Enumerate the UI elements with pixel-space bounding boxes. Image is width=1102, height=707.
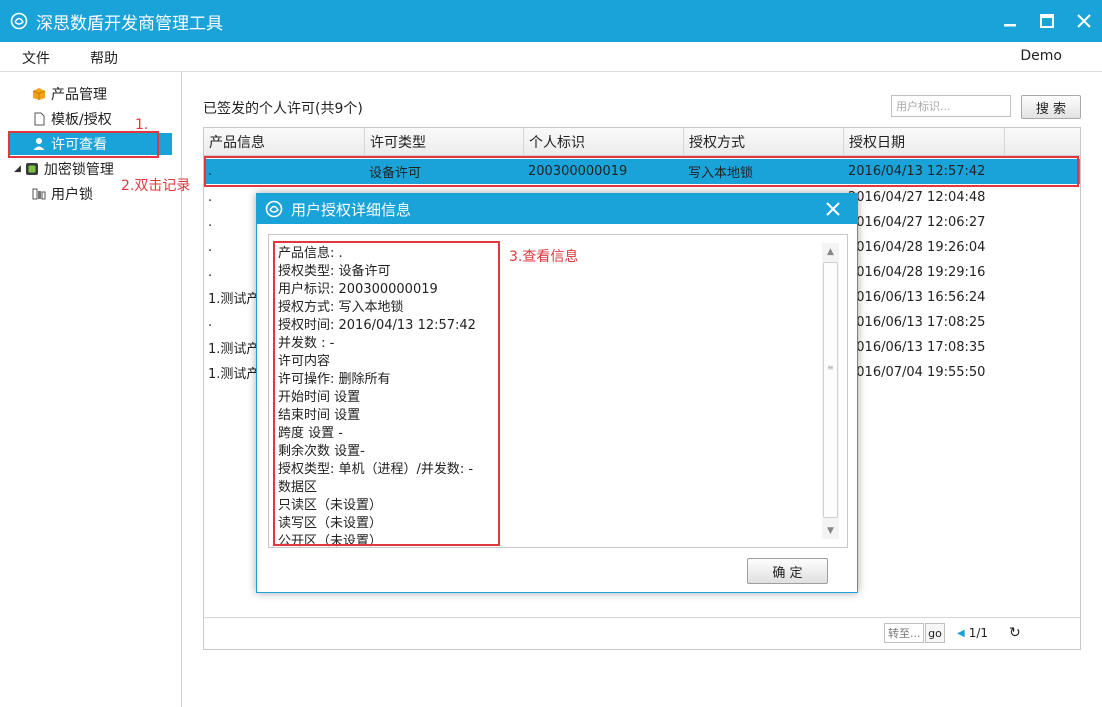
cell-date: 2016/04/28 19:26:04 [848, 240, 986, 255]
annotation-box-step3 [273, 241, 500, 546]
cell-date: 2016/06/13 16:56:24 [848, 290, 986, 305]
sidebar-item-dongle-management[interactable]: ◢ 加密锁管理 [14, 158, 114, 180]
title-bar: 深思数盾开发商管理工具 [0, 0, 1102, 42]
cell-date: 2016/04/27 12:04:48 [848, 190, 986, 205]
box-icon [32, 87, 46, 101]
sidebar-item-label: 加密锁管理 [43, 162, 114, 178]
table-pager [204, 617, 1080, 649]
close-icon [826, 202, 840, 216]
scroll-down-icon[interactable]: ▼ [822, 522, 839, 539]
cell-date: 2016/04/27 12:06:27 [848, 215, 986, 230]
annotation-box-step1 [8, 131, 159, 158]
annotation-step2: 2.双击记录 [121, 178, 191, 194]
close-button[interactable] [1065, 0, 1102, 42]
prev-page-icon[interactable]: ◀ [957, 628, 965, 639]
cell-date: 2016/06/13 17:08:25 [848, 315, 986, 330]
vertical-scrollbar[interactable]: ▲ ≡ ▼ [822, 243, 839, 539]
document-icon [32, 112, 46, 126]
menu-bar: 文件 帮助 Demo [0, 42, 1102, 72]
menu-help[interactable]: 帮助 [90, 48, 118, 68]
table-header: 产品信息 许可类型 个人标识 授权方式 授权日期 [204, 128, 1080, 156]
go-button[interactable]: go [925, 623, 945, 643]
cell-date: 2016/07/04 19:55:50 [848, 365, 986, 380]
column-header-type[interactable]: 许可类型 [365, 128, 524, 156]
window-title: 深思数盾开发商管理工具 [36, 13, 223, 34]
annotation-step1: 1. [135, 117, 149, 133]
scroll-thumb[interactable] [823, 262, 838, 518]
column-header-user-id[interactable]: 个人标识 [524, 128, 684, 156]
dialog-title-bar: 用户授权详细信息 [257, 194, 857, 224]
cell-date: 2016/06/13 17:08:35 [848, 340, 986, 355]
dialog-close-button[interactable] [821, 197, 845, 221]
goto-page-input[interactable] [884, 623, 924, 643]
column-header-date[interactable]: 授权日期 [844, 128, 1005, 156]
ok-button[interactable]: 确 定 [747, 558, 828, 584]
cell-date: 2016/04/28 19:29:16 [848, 265, 986, 280]
minimize-button[interactable] [991, 0, 1028, 42]
page-number: 1/1 [968, 626, 989, 640]
annotation-step3: 3.查看信息 [509, 249, 579, 265]
page-title: 已签发的个人许可(共9个) [203, 101, 363, 117]
menu-file[interactable]: 文件 [22, 48, 50, 68]
sidebar-item-label: 模板/授权 [51, 112, 112, 128]
sidebar-item-product-management[interactable]: 产品管理 [32, 83, 107, 105]
dialog-title: 用户授权详细信息 [291, 200, 412, 219]
scroll-grip-icon: ≡ [827, 363, 834, 372]
usb-key-icon [32, 187, 46, 201]
minimize-icon [1003, 24, 1016, 27]
sidebar-item-label: 产品管理 [51, 87, 107, 103]
page-indicator: ◀ 1/1 [957, 626, 988, 640]
scroll-up-icon[interactable]: ▲ [822, 243, 839, 260]
app-logo-icon [8, 10, 30, 32]
search-button[interactable]: 搜 索 [1021, 95, 1081, 119]
search-input[interactable] [891, 95, 1011, 117]
maximize-icon [1039, 14, 1054, 28]
close-icon [1076, 14, 1091, 28]
sidebar-item-label: 用户锁 [51, 187, 93, 203]
sidebar-item-template-license[interactable]: 模板/授权 [32, 108, 112, 130]
chip-icon [25, 162, 39, 176]
refresh-icon[interactable]: ↻ [1009, 625, 1021, 641]
sidebar: 产品管理 模板/授权 许可查看 ◢ 加密锁管理 用户锁 [0, 72, 182, 707]
sidebar-item-user-lock[interactable]: 用户锁 [32, 183, 93, 205]
annotation-box-step2 [204, 156, 1079, 187]
current-user: Demo [1020, 48, 1062, 64]
column-header-method[interactable]: 授权方式 [684, 128, 844, 156]
column-header-product[interactable]: 产品信息 [204, 128, 365, 156]
app-logo-icon [265, 200, 283, 218]
maximize-button[interactable] [1028, 0, 1065, 42]
expand-arrow-icon[interactable]: ◢ [14, 164, 21, 174]
